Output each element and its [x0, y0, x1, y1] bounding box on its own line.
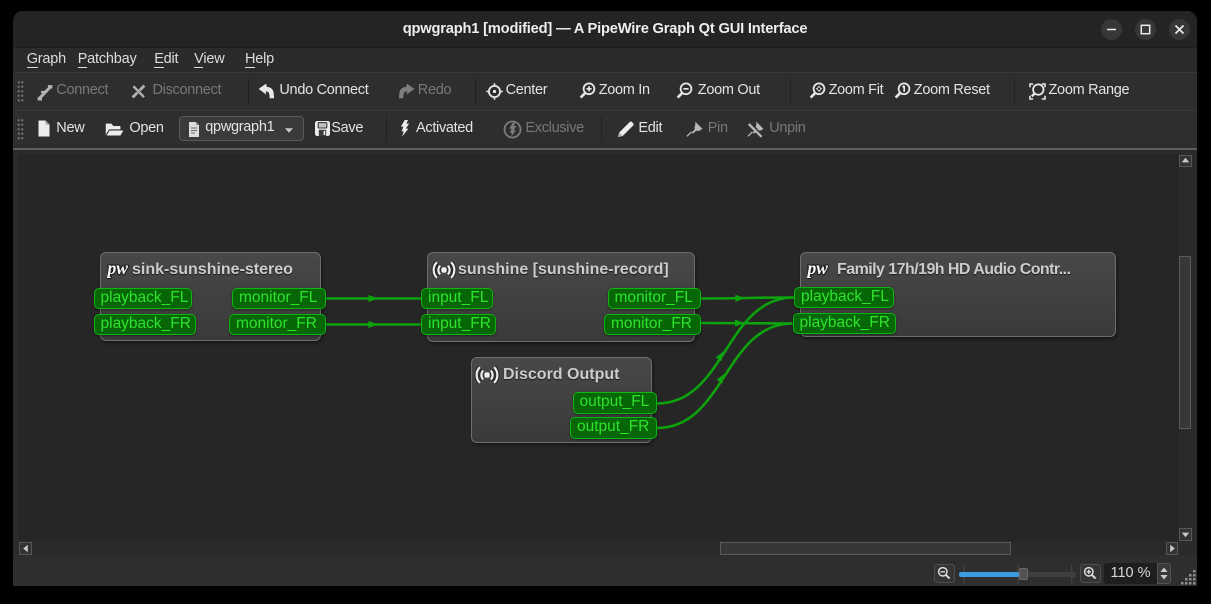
svg-text:pw: pw [807, 258, 828, 278]
svg-text:pw: pw [107, 258, 128, 278]
